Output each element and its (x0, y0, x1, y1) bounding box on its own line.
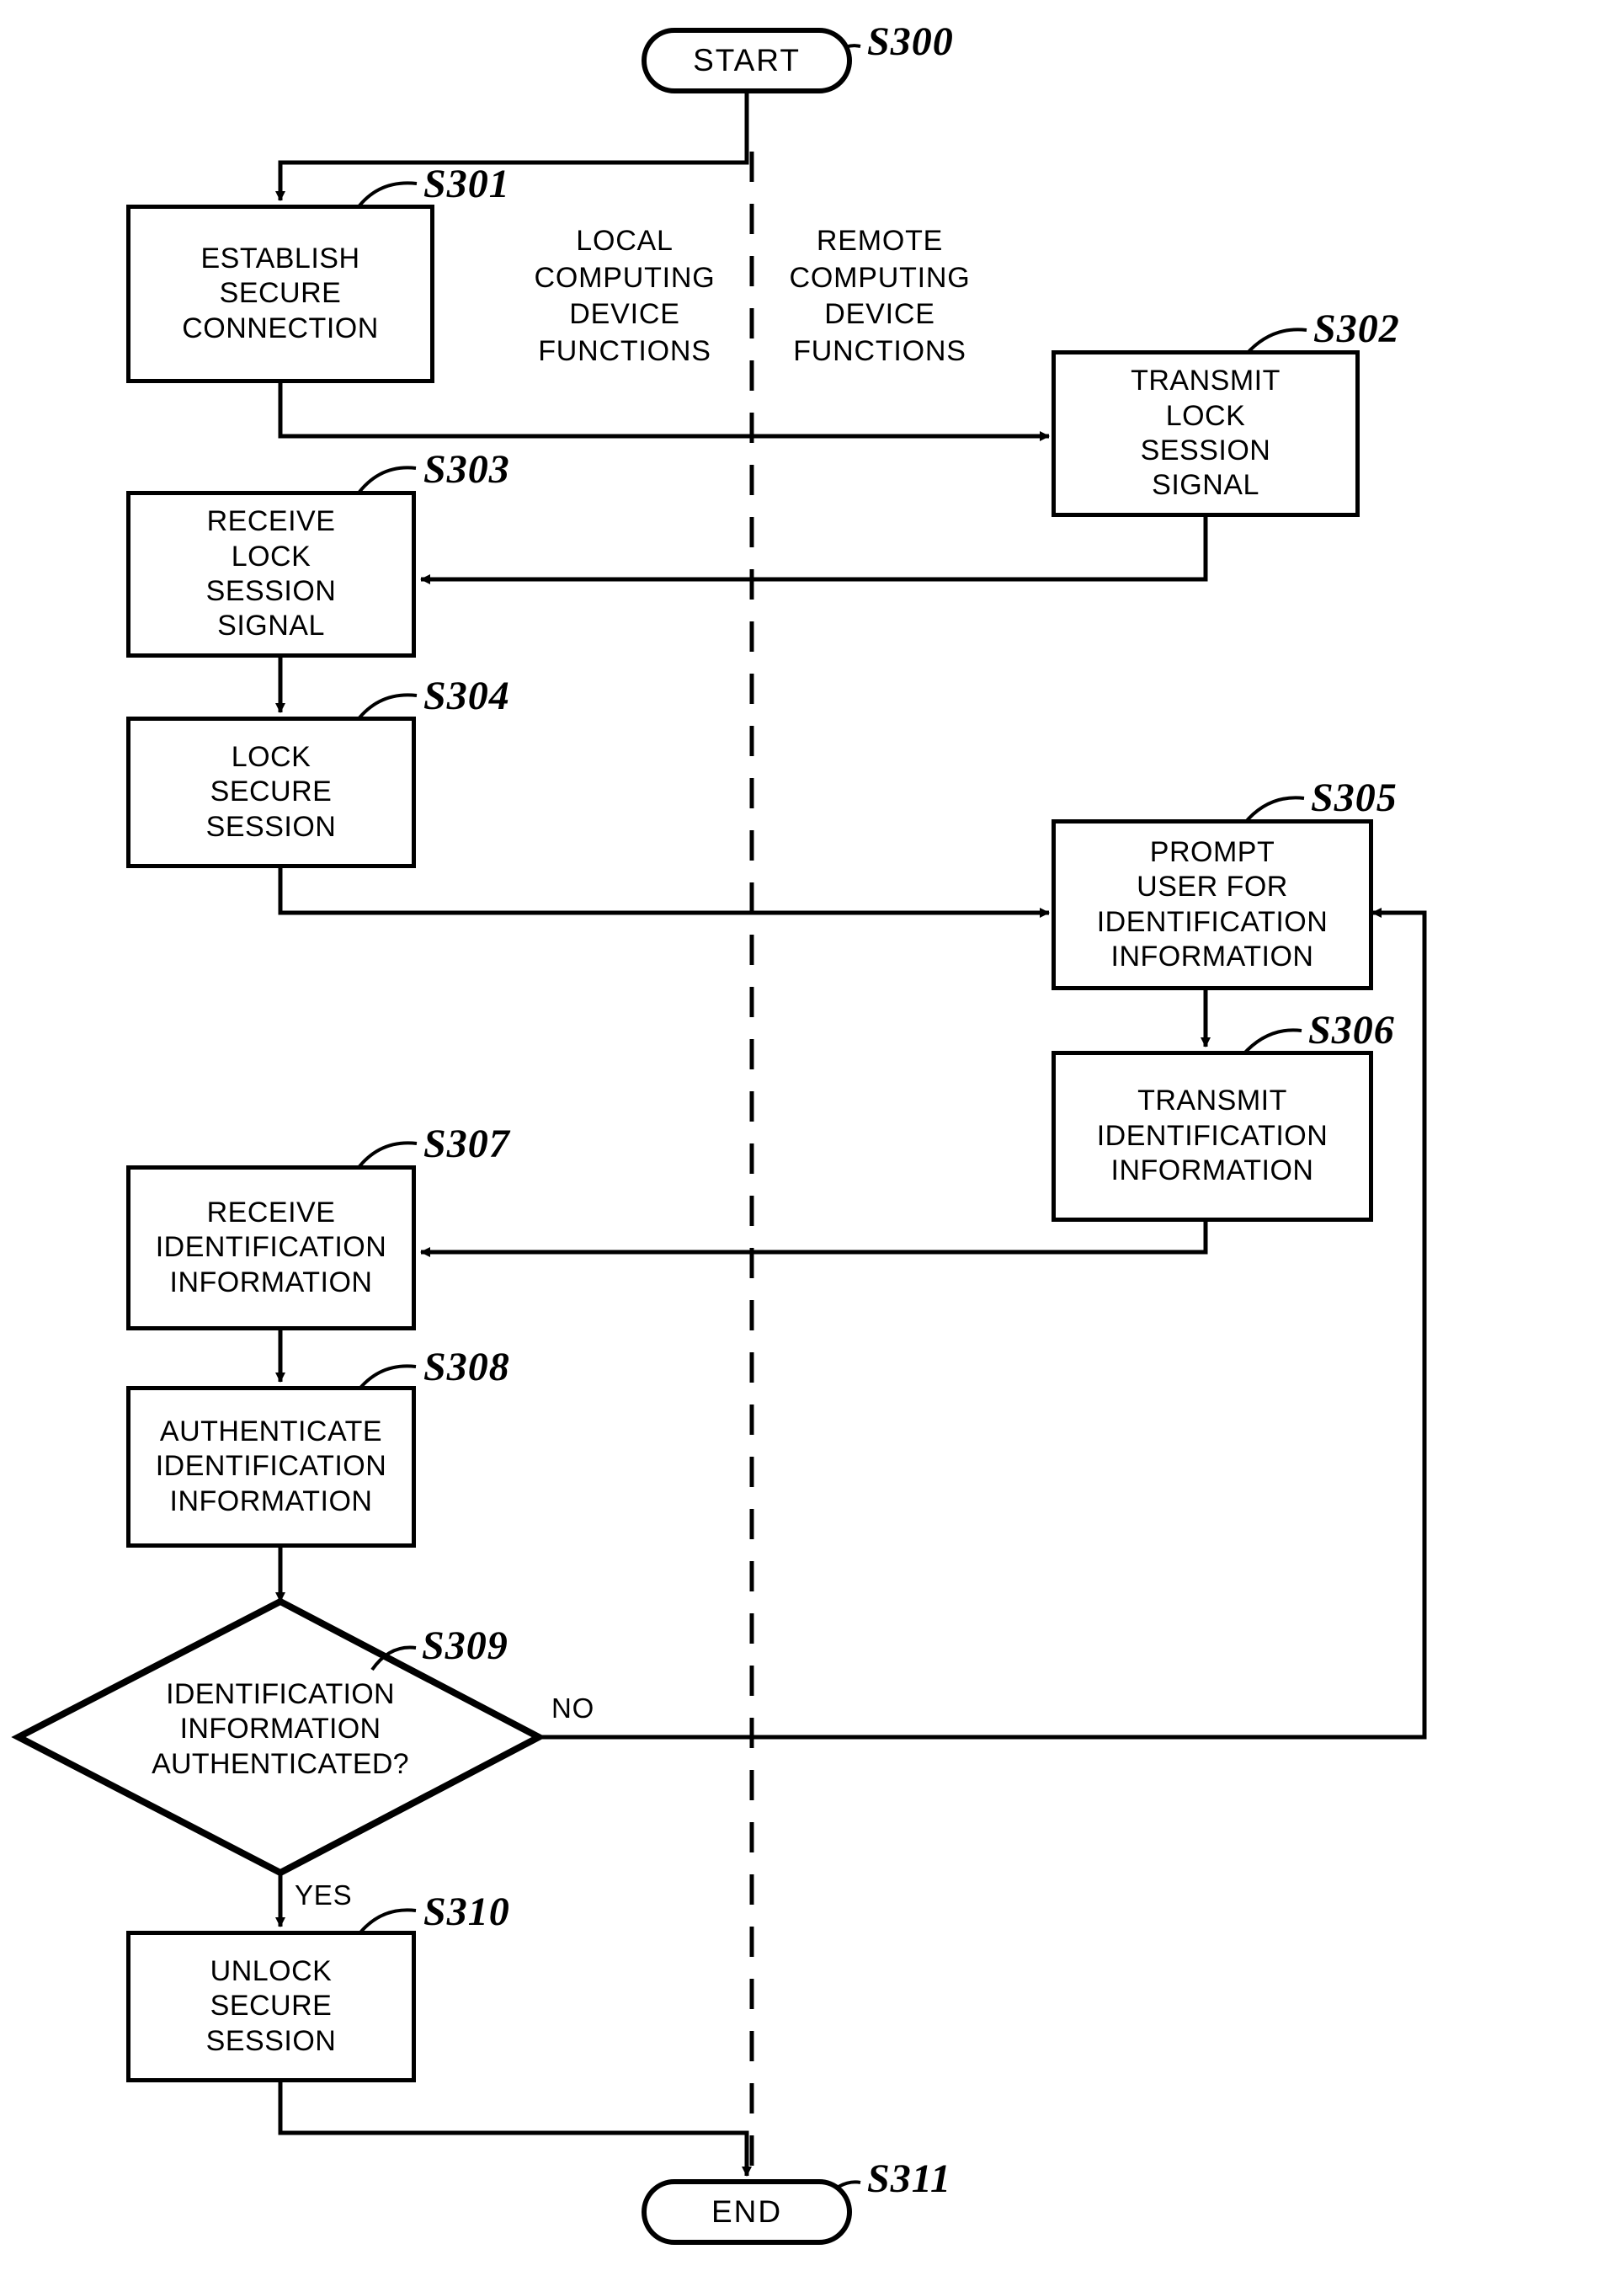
ref-s302: S302 (1313, 306, 1400, 351)
node-s303-line-1: RECEIVE (206, 505, 336, 538)
node-s301-line-2: SECURE (219, 277, 342, 310)
lane-local-line-4: FUNCTIONS (538, 334, 711, 367)
node-s305-line-4: INFORMATION (1110, 940, 1314, 973)
ref-s303: S303 (423, 447, 510, 492)
branch-label-yes: YES (295, 1879, 353, 1911)
ref-s309: S309 (422, 1623, 508, 1668)
node-s304-line-3: SESSION (205, 810, 337, 843)
node-s304-lock-secure-session[interactable]: LOCK SECURE SESSION (126, 717, 416, 868)
node-s303-receive-lock-session-signal[interactable]: RECEIVE LOCK SESSION SIGNAL (126, 491, 416, 658)
node-s304-line-1: LOCK (231, 740, 311, 773)
ref-s304: S304 (423, 674, 510, 718)
node-s303-line-2: LOCK (231, 540, 311, 573)
node-s307-line-2: IDENTIFICATION (155, 1231, 387, 1264)
connector-s310-to-end (278, 2081, 752, 2177)
connector-no-branch (539, 908, 1427, 1740)
node-s307-receive-identification-information[interactable]: RECEIVE IDENTIFICATION INFORMATION (126, 1165, 416, 1330)
ref-s307: S307 (423, 1122, 510, 1166)
connector-s304-to-s305 (278, 867, 1050, 918)
node-s303-line-3: SESSION (205, 575, 337, 607)
lane-remote-line-4: FUNCTIONS (793, 334, 966, 367)
node-s302-line-1: TRANSMIT (1131, 365, 1281, 397)
node-end-label: END (711, 2194, 783, 2229)
node-s306-line-2: IDENTIFICATION (1096, 1119, 1328, 1152)
node-s308-authenticate-identification-information[interactable]: AUTHENTICATE IDENTIFICATION INFORMATION (126, 1386, 416, 1548)
node-s305-prompt-user-for-identification-information[interactable]: PROMPT USER FOR IDENTIFICATION INFORMATI… (1052, 819, 1373, 990)
connector-s306-to-s307 (420, 1221, 1208, 1257)
ref-s310: S310 (423, 1890, 510, 1934)
node-s302-line-3: SESSION (1140, 434, 1271, 466)
node-s301-line-3: CONNECTION (182, 312, 379, 344)
node-s301-establish-secure-connection[interactable]: ESTABLISH SECURE CONNECTION (126, 205, 434, 383)
node-s310-line-2: SECURE (210, 1990, 333, 2023)
branch-label-no: NO (551, 1692, 595, 1724)
ref-s301: S301 (423, 162, 510, 206)
ref-s305: S305 (1311, 776, 1398, 820)
node-s306-line-1: TRANSMIT (1137, 1085, 1287, 1117)
lane-label-remote: REMOTE COMPUTING DEVICE FUNCTIONS (758, 223, 1002, 370)
node-s301-line-1: ESTABLISH (200, 242, 360, 275)
lane-remote-line-1: REMOTE (816, 225, 944, 257)
node-s305-line-2: USER FOR (1137, 871, 1288, 903)
node-s303-line-4: SIGNAL (217, 610, 325, 642)
node-s302-line-2: LOCK (1165, 399, 1246, 432)
flowchart-figure: LOCAL COMPUTING DEVICE FUNCTIONS REMOTE … (0, 0, 1624, 2276)
node-s310-unlock-secure-session[interactable]: UNLOCK SECURE SESSION (126, 1931, 416, 2082)
lane-label-local: LOCAL COMPUTING DEVICE FUNCTIONS (503, 223, 747, 370)
node-s306-transmit-identification-information[interactable]: TRANSMIT IDENTIFICATION INFORMATION (1052, 1051, 1373, 1222)
node-s302-line-4: SIGNAL (1152, 469, 1259, 502)
ref-s311: S311 (867, 2156, 952, 2201)
connector-start-to-s301 (275, 93, 749, 201)
connector-s301-to-s302 (278, 383, 1050, 441)
node-s306-line-3: INFORMATION (1110, 1154, 1314, 1187)
connector-s302-to-s303 (420, 517, 1208, 584)
node-s305-line-1: PROMPT (1149, 835, 1275, 868)
lane-local-line-2: COMPUTING (534, 261, 716, 294)
node-s307-line-1: RECEIVE (206, 1196, 336, 1229)
node-s302-transmit-lock-session-signal[interactable]: TRANSMIT LOCK SESSION SIGNAL (1052, 350, 1360, 517)
lane-local-line-1: LOCAL (576, 225, 674, 257)
node-s307-line-3: INFORMATION (169, 1266, 373, 1298)
node-s310-line-1: UNLOCK (210, 1954, 333, 1987)
node-start-label: START (693, 43, 801, 77)
lane-remote-line-3: DEVICE (824, 298, 935, 331)
node-s305-line-3: IDENTIFICATION (1096, 905, 1328, 938)
ref-s300: S300 (867, 19, 954, 64)
node-s308-line-2: IDENTIFICATION (155, 1450, 387, 1483)
node-s310-line-3: SESSION (205, 2024, 337, 2057)
ref-s306: S306 (1308, 1008, 1395, 1053)
lane-local-line-3: DEVICE (569, 298, 680, 331)
node-s308-line-1: AUTHENTICATE (159, 1415, 383, 1447)
node-s304-line-2: SECURE (210, 776, 333, 808)
ref-s308: S308 (423, 1345, 510, 1389)
node-s308-line-3: INFORMATION (169, 1484, 373, 1517)
node-end[interactable]: END (642, 2179, 852, 2245)
lane-remote-line-2: COMPUTING (789, 261, 971, 294)
node-start[interactable]: START (642, 28, 852, 93)
